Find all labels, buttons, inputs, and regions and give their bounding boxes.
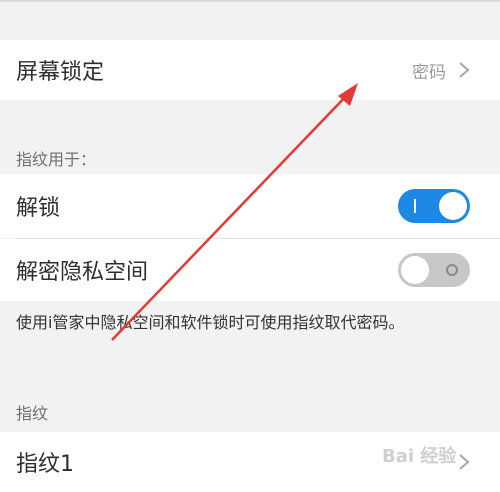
toggle-knob [401,256,429,284]
screen-lock-value: 密码 [412,62,446,83]
toggle-off-mark-icon [446,264,458,276]
top-divider [0,0,500,2]
fingerprint-note: 使用i管家中隐私空间和软件锁时可使用指纹取代密码。 [16,313,405,332]
fingerprint-usage-section-label: 指纹用于： [16,150,97,169]
screen-lock-row[interactable]: 屏幕锁定 密码 [0,40,500,100]
private-space-toggle[interactable] [398,253,470,287]
toggle-on-mark-icon [414,199,416,213]
chevron-right-icon [459,62,470,78]
private-space-row[interactable]: 解密隐私空间 [0,239,500,301]
unlock-toggle[interactable] [398,189,470,223]
unlock-label: 解锁 [16,196,61,221]
private-space-label: 解密隐私空间 [16,260,149,285]
toggle-knob [439,192,467,220]
watermark: Bai 经验 [382,446,457,467]
screen-lock-label: 屏幕锁定 [16,60,105,85]
unlock-row[interactable]: 解锁 [0,174,500,238]
fingerprints-section-label: 指纹 [16,404,49,423]
